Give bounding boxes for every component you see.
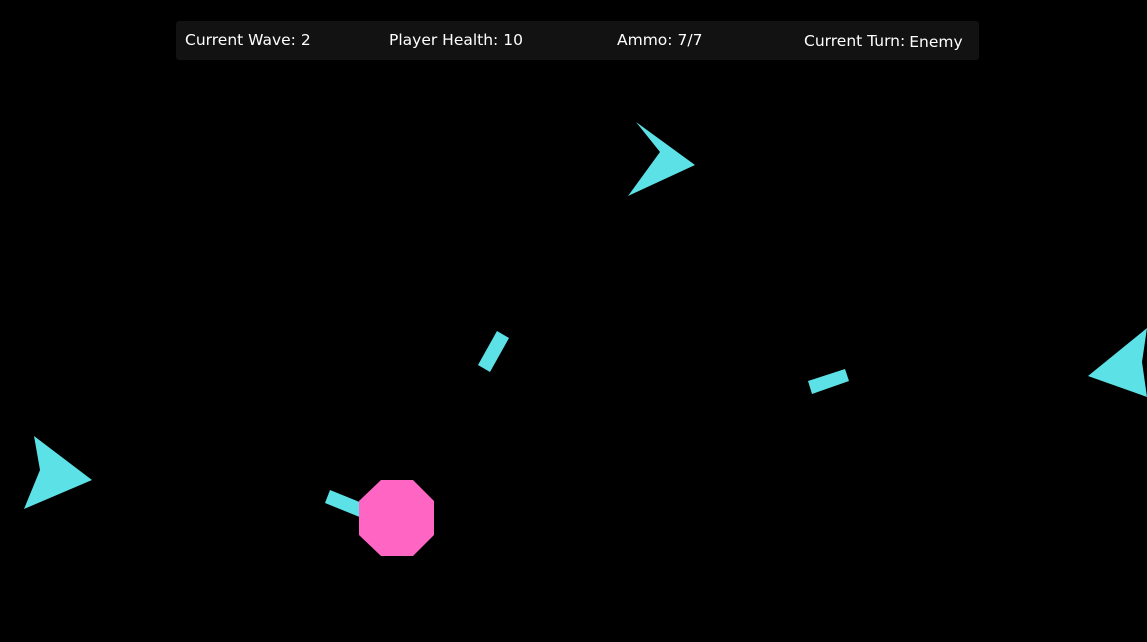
- enemy-projectile-center: [478, 331, 509, 372]
- enemy-projectile-right: [808, 369, 849, 394]
- player-octagon[interactable]: [325, 480, 434, 556]
- octagon-player-icon: [359, 480, 434, 556]
- enemy-ship-top[interactable]: [628, 122, 695, 196]
- enemy-ship-left[interactable]: [24, 436, 92, 509]
- game-stage: Current Wave: 2 Player Health: 10 Ammo: 7/7…: [0, 0, 1147, 642]
- enemy-ship-right-edge[interactable]: [1088, 328, 1147, 397]
- game-arena[interactable]: [0, 0, 1147, 642]
